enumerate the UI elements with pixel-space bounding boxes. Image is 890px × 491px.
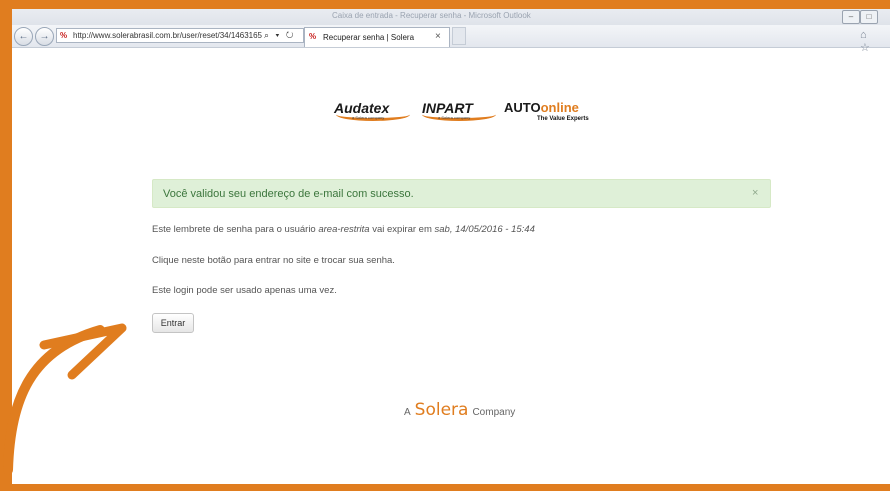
- orange-arrow-icon: [3, 323, 127, 475]
